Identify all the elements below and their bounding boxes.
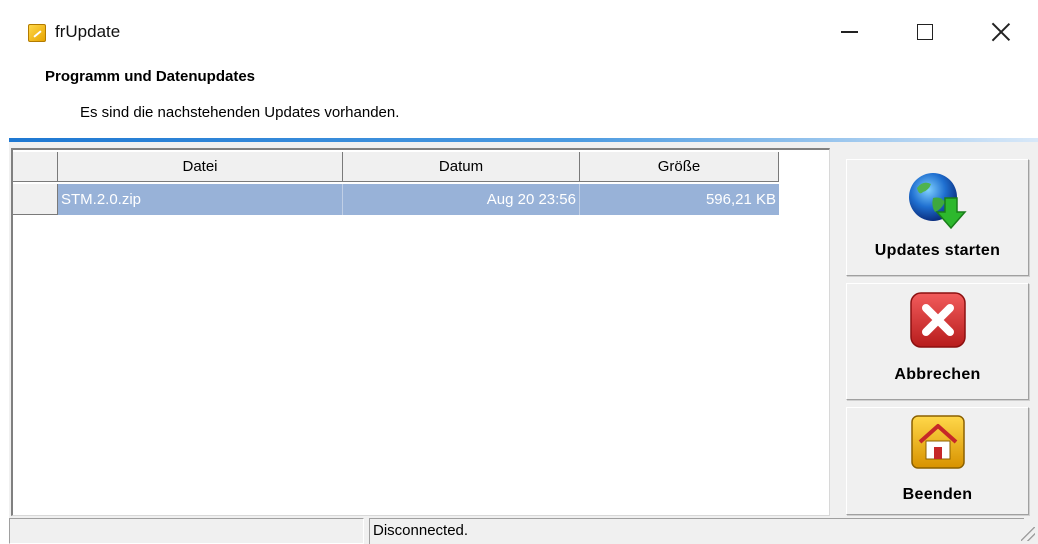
quit-button[interactable]: Beenden xyxy=(846,407,1029,515)
cell-file: STM.2.0.zip xyxy=(58,184,343,215)
connection-status: Disconnected. xyxy=(369,518,1024,544)
minimize-icon xyxy=(840,31,858,33)
page-subtitle: Es sind die nachstehenden Updates vorhan… xyxy=(80,104,400,121)
update-window: frUpdate Programm und Datenupdates Es si… xyxy=(0,0,1038,544)
window-left-edge xyxy=(0,0,9,544)
status-panel-empty xyxy=(9,518,364,544)
app-icon xyxy=(28,24,46,42)
red-x-icon xyxy=(909,291,967,349)
column-header-date[interactable]: Datum xyxy=(343,152,580,182)
resize-grip-icon[interactable] xyxy=(1021,527,1035,541)
minimize-button[interactable] xyxy=(826,12,872,52)
home-icon xyxy=(910,414,966,470)
updates-grid[interactable]: Datei Datum Größe STM.2.0.zip Aug 20 23:… xyxy=(11,148,830,516)
start-updates-label: Updates starten xyxy=(874,242,1001,259)
close-button[interactable] xyxy=(978,12,1024,52)
close-icon xyxy=(991,22,1011,42)
quit-label: Beenden xyxy=(902,486,973,503)
cancel-label: Abbrechen xyxy=(894,366,981,383)
title-bar[interactable]: frUpdate xyxy=(0,0,1038,60)
page-title: Programm und Datenupdates xyxy=(45,68,256,85)
header-panel: Programm und Datenupdates Es sind die na… xyxy=(9,60,1038,138)
maximize-button[interactable] xyxy=(902,12,948,52)
grid-corner-cell xyxy=(13,152,58,182)
window-title: frUpdate xyxy=(55,22,121,41)
table-row[interactable]: STM.2.0.zip Aug 20 23:56 596,21 KB xyxy=(58,184,779,215)
start-updates-button[interactable]: Updates starten xyxy=(846,159,1029,276)
status-bar: Disconnected. xyxy=(9,517,1038,544)
column-header-size[interactable]: Größe xyxy=(580,152,779,182)
cell-size: 596,21 KB xyxy=(705,191,776,208)
column-header-file[interactable]: Datei xyxy=(58,152,343,182)
accent-divider xyxy=(9,138,1038,142)
maximize-icon xyxy=(917,24,933,40)
cancel-button[interactable]: Abbrechen xyxy=(846,283,1029,400)
row-indicator[interactable] xyxy=(13,184,58,215)
globe-download-icon xyxy=(903,168,973,230)
cell-date: Aug 20 23:56 xyxy=(343,184,580,215)
